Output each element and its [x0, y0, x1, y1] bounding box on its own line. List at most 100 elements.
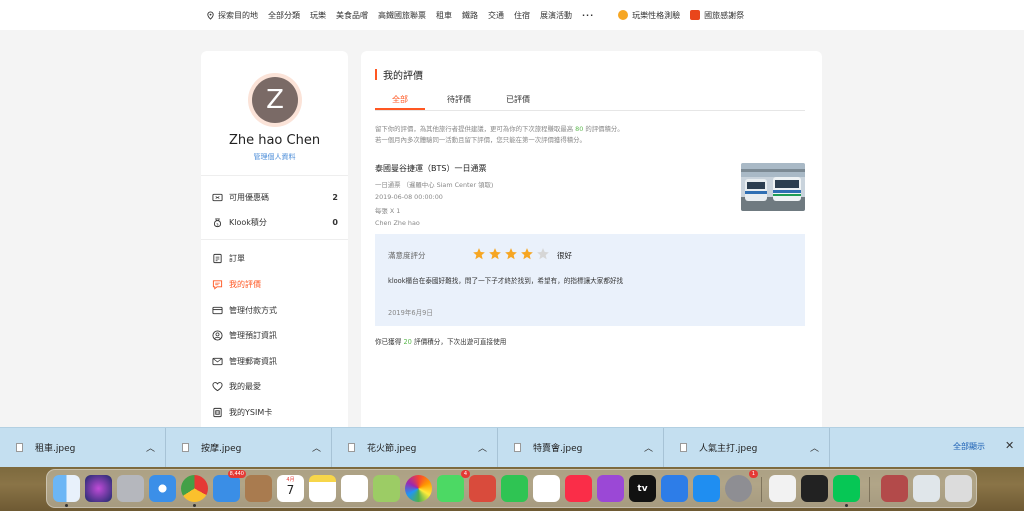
terminal-icon[interactable] [801, 475, 828, 502]
nav-railway[interactable]: 鐵路 [462, 10, 478, 21]
finder-icon[interactable] [53, 475, 80, 507]
account-sidebar: Z Zhe hao Chen 管理個人資料 可用優惠碼 2 $ Klook積分 … [201, 51, 348, 441]
tab-pending[interactable]: 待評價 [434, 91, 484, 110]
product-title[interactable]: 泰國曼谷捷運（BTS）一日通票 [375, 163, 486, 174]
review-chat-icon [212, 279, 223, 290]
preview-icon[interactable] [469, 475, 496, 502]
settings-badge: 1 [749, 470, 758, 478]
photos-icon[interactable] [405, 475, 432, 502]
top-nav: 探索目的地 全部分類 玩樂 美食品嚐 高鐵國旅聯票 租車 鐵路 交通 住宿 展演… [0, 0, 1024, 30]
keynote-icon[interactable] [661, 475, 688, 502]
divider [201, 175, 348, 176]
download-item[interactable]: 按摩.jpeg ︿ [166, 427, 332, 468]
image-file-icon [348, 443, 355, 452]
user-circle-icon [212, 329, 223, 341]
chevron-up-icon[interactable]: ︿ [146, 441, 155, 454]
tip-line-1: 留下你的評價，為其他旅行者提供建議，更可為你的下次旅程賺取最高 80 的評價積分… [375, 124, 624, 135]
app-store-icon[interactable] [693, 475, 720, 502]
nav-hotel[interactable]: 住宿 [514, 10, 530, 21]
product-package: 一日通票 （暹羅中心 Siam Center 領取) [375, 181, 494, 189]
star-icon [537, 248, 549, 260]
mail-icon[interactable]: 8,440 [213, 470, 246, 502]
maps-icon[interactable] [373, 475, 400, 502]
nav-transport[interactable]: 交通 [488, 10, 504, 21]
sidebar-item-label: 我的最愛 [229, 381, 261, 391]
sidebar-item-label: 我的YSIM卡 [229, 407, 273, 417]
personality-test-icon [618, 10, 629, 20]
nav-car-rental[interactable]: 租車 [436, 10, 452, 21]
nav-more-button[interactable]: ··· [582, 11, 594, 20]
system-preferences-icon[interactable]: 1 [725, 470, 758, 502]
sidebar-item-my-reviews[interactable]: 我的評價 [212, 277, 338, 291]
sidebar-item-booking-info[interactable]: 管理預訂資訊 [212, 328, 338, 342]
star-icon [473, 248, 485, 260]
star-icon [505, 248, 517, 260]
avatar[interactable]: Z [248, 73, 302, 127]
coupon-icon [212, 193, 223, 201]
sidebar-item-favorites[interactable]: 我的最愛 [212, 379, 338, 393]
chevron-up-icon[interactable]: ︿ [810, 441, 819, 454]
sidebar-item-payment-methods[interactable]: 管理付款方式 [212, 303, 338, 317]
show-all-downloads-button[interactable]: 全部顯示 [953, 441, 985, 452]
review-date: 2019年6月9日 [388, 309, 433, 317]
nav-domestic-thanks[interactable]: 國旅感謝祭 [690, 10, 744, 21]
sidebar-item-orders[interactable]: 訂單 [212, 251, 338, 265]
contacts-icon[interactable] [245, 475, 272, 502]
chrome-icon[interactable] [181, 475, 208, 507]
mail-badge: 8,440 [227, 470, 246, 478]
nav-events[interactable]: 展演活動 [540, 10, 572, 21]
nav-food[interactable]: 美食品嚐 [336, 10, 368, 21]
tab-reviewed[interactable]: 已評價 [493, 91, 543, 110]
nav-explore-destination[interactable]: 探索目的地 [206, 10, 258, 21]
reminders-icon[interactable] [341, 475, 368, 502]
nav-explore-label: 探索目的地 [218, 10, 258, 20]
download-filename: 人氣主打.jpeg [699, 444, 758, 454]
sidebar-item-klook-points[interactable]: $ Klook積分 0 [212, 215, 338, 229]
sidebar-item-ysim[interactable]: 我的YSIM卡 [212, 405, 338, 419]
chevron-up-icon[interactable]: ︿ [312, 441, 321, 454]
tip-line-2: 若一個月內多次體驗同一活動且留下評價，您只能在第一次評價獲得積分。 [375, 136, 586, 144]
sidebar-item-mailing-info[interactable]: 管理郵寄資訊 [212, 354, 338, 368]
podcasts-icon[interactable] [597, 475, 624, 502]
document-stack-icon[interactable] [913, 475, 940, 502]
chevron-up-icon[interactable]: ︿ [478, 441, 487, 454]
review-tabs: 全部 待評價 已評價 [375, 91, 805, 111]
nav-fun[interactable]: 玩樂 [310, 10, 326, 21]
textedit-icon[interactable] [769, 475, 796, 502]
earned-points: 20 [403, 338, 412, 346]
sidebar-item-label: 管理預訂資訊 [229, 330, 277, 340]
numbers-icon[interactable] [533, 475, 560, 502]
nav-all-categories[interactable]: 全部分類 [268, 10, 300, 21]
tab-all[interactable]: 全部 [375, 91, 425, 110]
credit-card-icon [212, 306, 223, 314]
image-file-icon [182, 443, 189, 452]
sidebar-item-label: 可用優惠碼 [229, 192, 269, 202]
launchpad-icon[interactable] [117, 475, 144, 502]
product-thumbnail[interactable] [741, 163, 805, 211]
download-item[interactable]: 租車.jpeg ︿ [0, 427, 166, 468]
line-icon[interactable] [833, 475, 860, 507]
close-icon[interactable]: ✕ [1005, 439, 1014, 452]
siri-icon[interactable] [85, 475, 112, 502]
downloads-stack-icon[interactable] [881, 475, 908, 502]
messages-icon[interactable]: 4 [437, 470, 470, 502]
envelope-icon [212, 357, 223, 365]
dock: 8,440 4月 7 4 tv 1 [46, 469, 977, 508]
notes-icon[interactable] [309, 475, 336, 502]
calendar-icon[interactable]: 4月 7 [277, 475, 304, 502]
nav-hsr-combo[interactable]: 高鐵國旅聯票 [378, 10, 426, 21]
manage-profile-link[interactable]: 管理個人資料 [201, 152, 348, 162]
sidebar-item-coupons[interactable]: 可用優惠碼 2 [212, 190, 338, 204]
facetime-icon[interactable] [501, 475, 528, 502]
music-icon[interactable] [565, 475, 592, 502]
download-item[interactable]: 人氣主打.jpeg ︿ [664, 427, 830, 468]
download-item[interactable]: 特賣會.jpeg ︿ [498, 427, 664, 468]
nav-personality-test[interactable]: 玩樂性格測驗 [618, 10, 680, 21]
sidebar-item-label: Klook積分 [229, 217, 267, 227]
download-item[interactable]: 花火節.jpeg ︿ [332, 427, 498, 468]
chevron-up-icon[interactable]: ︿ [644, 441, 653, 454]
calendar-day: 7 [286, 483, 295, 497]
apple-tv-icon[interactable]: tv [629, 475, 656, 502]
trash-icon[interactable] [945, 475, 972, 502]
safari-icon[interactable] [149, 475, 176, 502]
